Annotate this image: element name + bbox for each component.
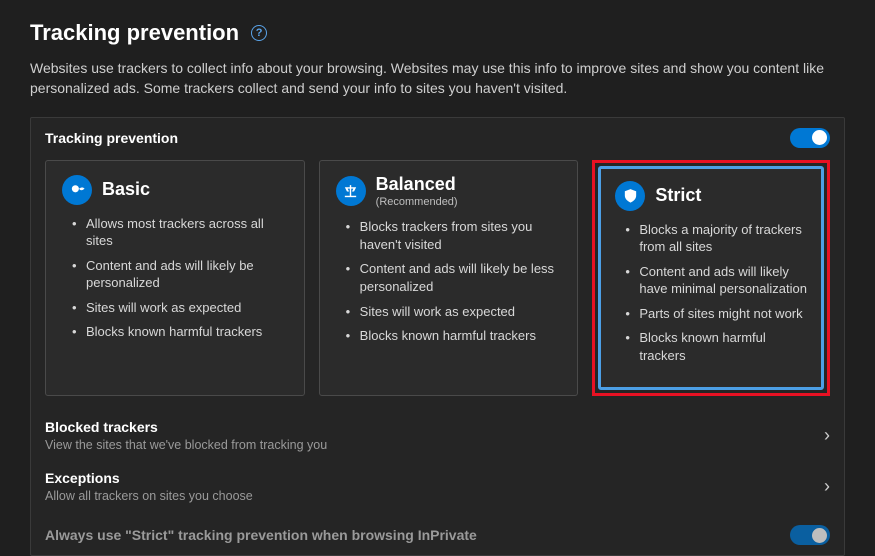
basic-bullet: Allows most trackers across all sites (72, 215, 294, 250)
inprivate-strict-label: Always use "Strict" tracking prevention … (45, 527, 477, 543)
strict-bullet: Blocks a majority of trackers from all s… (625, 221, 813, 256)
balanced-bullet: Blocks trackers from sites you haven't v… (346, 218, 568, 253)
tracking-panel: Tracking prevention Basic Allows most tr… (30, 117, 845, 556)
basic-icon (62, 175, 92, 205)
blocked-trackers-title: Blocked trackers (45, 419, 327, 435)
strict-highlight: Strict Blocks a majority of trackers fro… (592, 160, 830, 397)
tracking-prevention-toggle[interactable] (790, 128, 830, 148)
exceptions-row[interactable]: Exceptions Allow all trackers on sites y… (31, 461, 844, 512)
level-card-strict[interactable]: Strict Blocks a majority of trackers fro… (598, 166, 824, 391)
balanced-icon (336, 176, 366, 206)
basic-title: Basic (102, 180, 150, 200)
balanced-bullet: Content and ads will likely be less pers… (346, 260, 568, 295)
panel-title: Tracking prevention (45, 130, 178, 146)
basic-bullet: Content and ads will likely be personali… (72, 257, 294, 292)
strict-bullet: Blocks known harmful trackers (625, 329, 813, 364)
exceptions-sub: Allow all trackers on sites you choose (45, 489, 253, 503)
basic-bullet: Blocks known harmful trackers (72, 323, 294, 341)
balanced-subtitle: (Recommended) (376, 196, 458, 208)
inprivate-strict-toggle[interactable] (790, 525, 830, 545)
exceptions-title: Exceptions (45, 470, 253, 486)
intro-text: Websites use trackers to collect info ab… (30, 58, 830, 99)
balanced-bullet: Sites will work as expected (346, 303, 568, 321)
strict-title: Strict (655, 186, 701, 206)
basic-bullet: Sites will work as expected (72, 299, 294, 317)
balanced-bullet: Blocks known harmful trackers (346, 327, 568, 345)
strict-bullet: Content and ads will likely have minimal… (625, 263, 813, 298)
help-icon[interactable]: ? (251, 25, 267, 41)
blocked-trackers-row[interactable]: Blocked trackers View the sites that we'… (31, 410, 844, 461)
level-card-basic[interactable]: Basic Allows most trackers across all si… (45, 160, 305, 397)
page-title: Tracking prevention (30, 20, 239, 46)
blocked-trackers-sub: View the sites that we've blocked from t… (45, 438, 327, 452)
chevron-right-icon: › (824, 425, 830, 446)
balanced-title: Balanced (376, 175, 458, 195)
chevron-right-icon: › (824, 476, 830, 497)
strict-icon (615, 181, 645, 211)
strict-bullet: Parts of sites might not work (625, 305, 813, 323)
level-card-balanced[interactable]: Balanced (Recommended) Blocks trackers f… (319, 160, 579, 397)
